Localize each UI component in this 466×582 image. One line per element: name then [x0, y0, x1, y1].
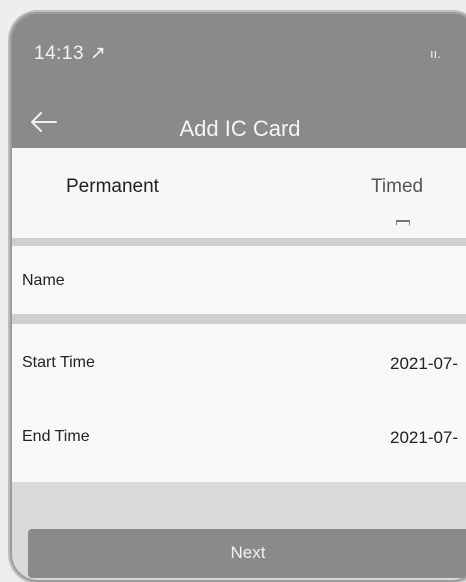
location-icon: ↗ [89, 43, 107, 64]
name-label: Name [22, 272, 65, 289]
section-divider [10, 238, 466, 246]
section-divider [10, 314, 466, 324]
tab-timed[interactable]: Timed [371, 176, 423, 198]
footer-area: Next [10, 482, 466, 582]
start-time-value: 2021-07- [390, 354, 459, 373]
app-header: 14:13 ↗ ıı. Add IC Card [10, 12, 466, 148]
end-time-label: End Time [22, 428, 90, 445]
tab-permanent[interactable]: Permanent [66, 176, 159, 198]
signal-icon: ıı. [430, 46, 441, 61]
page-title: Add IC Card [179, 116, 301, 141]
end-time-row[interactable]: End Time 2021-07- [10, 402, 466, 482]
end-time-value: 2021-07- [390, 428, 459, 447]
next-button[interactable]: Next [28, 529, 466, 578]
phone-screen: 14:13 ↗ ıı. Add IC Card Permanent Timed … [10, 12, 466, 582]
tab-indicator [396, 220, 410, 225]
tab-bar: Permanent Timed [10, 148, 466, 238]
status-time-text: 14:13 [34, 43, 85, 64]
name-row[interactable]: Name [10, 246, 466, 314]
status-time: 14:13 ↗ [34, 42, 106, 65]
start-time-label: Start Time [22, 354, 95, 371]
next-label: Next [230, 543, 266, 562]
start-time-row[interactable]: Start Time 2021-07- [10, 324, 466, 402]
